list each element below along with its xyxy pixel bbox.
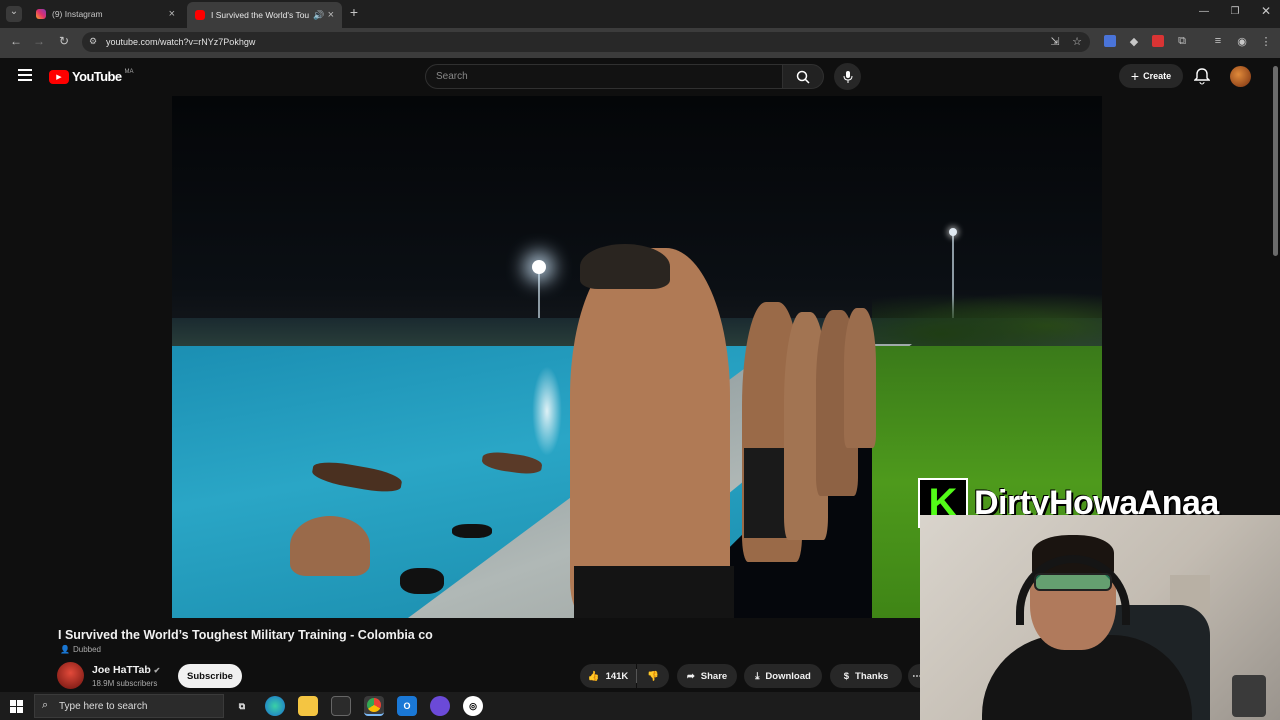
voice-search-button[interactable] [834, 63, 861, 90]
download-button[interactable]: ⤓ Download [744, 664, 822, 688]
new-tab-button[interactable]: + [346, 4, 362, 20]
browser-menu-icon[interactable]: ⋮ [1258, 33, 1274, 49]
youtube-play-icon: ▶ [49, 69, 69, 84]
boots [400, 568, 444, 594]
extensions-puzzle-icon[interactable]: ⧉ [1174, 33, 1190, 49]
extension-diamond-icon[interactable]: ◆ [1126, 33, 1142, 49]
create-button[interactable]: + Create [1119, 64, 1183, 88]
share-button[interactable]: ➦ Share [677, 664, 737, 688]
subscribe-button[interactable]: Subscribe [178, 664, 242, 688]
notifications-bell-icon[interactable] [1193, 67, 1211, 90]
youtube-logo[interactable]: ▶ YouTube MA [49, 69, 133, 84]
channel-avatar[interactable] [57, 662, 84, 689]
task-view-icon[interactable]: ⧉ [232, 696, 252, 716]
address-bar[interactable]: ⚙ youtube.com/watch?v=rNYz7Pokhgw [82, 32, 1090, 52]
create-label: Create [1143, 71, 1172, 81]
scrollbar-thumb[interactable] [1273, 66, 1278, 256]
instagram-icon [36, 9, 46, 19]
download-icon: ⤓ [755, 670, 760, 682]
media-control-icon[interactable]: ≡ [1210, 33, 1226, 49]
search-input[interactable]: Search [425, 64, 783, 89]
profile-icon[interactable]: ◉ [1234, 33, 1250, 49]
stadium-light [532, 260, 546, 274]
url-text: youtube.com/watch?v=rNYz7Pokhgw [106, 37, 256, 47]
youtube-icon [195, 10, 205, 20]
soldier-shorts [574, 566, 734, 618]
dubbed-label: Dubbed [72, 645, 101, 654]
soldier-hair [580, 244, 670, 289]
close-window-button[interactable]: ✕ [1258, 4, 1274, 18]
search-button[interactable] [782, 64, 824, 89]
share-arrow-icon: ➦ [686, 670, 695, 682]
close-tab-icon[interactable]: × [169, 8, 175, 20]
bookmark-star-icon[interactable]: ☆ [1069, 33, 1085, 49]
verified-icon: ✔ [153, 666, 161, 675]
soldier-in-line [844, 308, 876, 448]
thumbs-down-icon: 👎 [647, 670, 659, 682]
obs-studio-icon[interactable]: ◎ [463, 696, 483, 716]
edge-browser-icon[interactable] [265, 696, 285, 716]
dislike-button[interactable]: 👎 [637, 664, 669, 688]
forward-button[interactable]: → [31, 34, 47, 48]
account-avatar[interactable] [1230, 66, 1251, 87]
tab-title: I Survived the World's Toug [211, 10, 309, 20]
translate-extension-icon[interactable] [1104, 35, 1116, 47]
subscriber-count: 18.9M subscribers [92, 679, 158, 688]
corner-thumbnail [1232, 675, 1266, 717]
glasses [1034, 573, 1112, 591]
stadium-light [949, 228, 957, 236]
microphone-icon [843, 70, 852, 83]
youtube-wordmark: YouTube [72, 69, 122, 84]
thumbs-up-icon: 👍 [587, 670, 600, 682]
outlook-icon[interactable]: O [397, 696, 417, 716]
install-app-icon[interactable]: ⇲ [1047, 33, 1063, 49]
close-tab-icon[interactable]: × [328, 9, 334, 21]
download-label: Download [765, 670, 811, 682]
like-button[interactable]: 👍 141K [580, 664, 636, 688]
search-icon [796, 70, 810, 84]
thanks-button[interactable]: $ Thanks [830, 664, 902, 688]
taskbar-search-placeholder: Type here to search [59, 700, 148, 712]
restore-button[interactable]: ❐ [1227, 6, 1243, 17]
dubbed-badge: 👤 Dubbed [60, 645, 101, 654]
webcam-feed [920, 515, 1280, 720]
speaker-icon[interactable]: 🔊 [313, 10, 324, 21]
chat-app-icon[interactable] [430, 696, 450, 716]
channel-name[interactable]: Joe HaTTab ✔ [92, 664, 160, 676]
share-label: Share [700, 670, 728, 682]
tab-youtube-video[interactable]: I Survived the World's Toug 🔊 × [187, 2, 342, 28]
dubbed-icon: 👤 [60, 645, 70, 654]
file-explorer-icon[interactable] [298, 696, 318, 716]
plus-icon: + [1130, 68, 1140, 84]
tab-title: (9) Instagram [52, 9, 103, 19]
minimize-button[interactable]: — [1196, 6, 1212, 17]
soldier-foreground [570, 248, 730, 618]
taskbar-search-input[interactable]: ⌕ Type here to search [34, 694, 224, 718]
tab-search-button[interactable]: ⌄ [6, 6, 22, 22]
water-glare [532, 366, 562, 456]
swimmer [290, 516, 370, 576]
region-code: MA [124, 68, 134, 75]
reload-button[interactable]: ↻ [56, 34, 72, 48]
video-title: I Survived the World’s Toughest Military… [58, 628, 433, 642]
hamburger-menu-icon[interactable] [18, 69, 32, 81]
thanks-label: Thanks [855, 670, 889, 682]
like-count: 141K [605, 670, 629, 682]
site-info-icon[interactable]: ⚙ [89, 36, 97, 47]
tab-instagram[interactable]: (9) Instagram × [28, 4, 183, 24]
microsoft-store-icon[interactable] [331, 696, 351, 716]
channel-name-text: Joe HaTTab [92, 664, 151, 676]
extension-red-icon[interactable] [1152, 35, 1164, 47]
super-thanks-icon: $ [843, 670, 850, 682]
search-icon: ⌕ [42, 699, 49, 711]
chrome-browser-icon[interactable] [364, 696, 384, 716]
back-button[interactable]: ← [8, 34, 24, 48]
windows-start-icon[interactable] [10, 700, 23, 713]
boots [452, 524, 492, 538]
